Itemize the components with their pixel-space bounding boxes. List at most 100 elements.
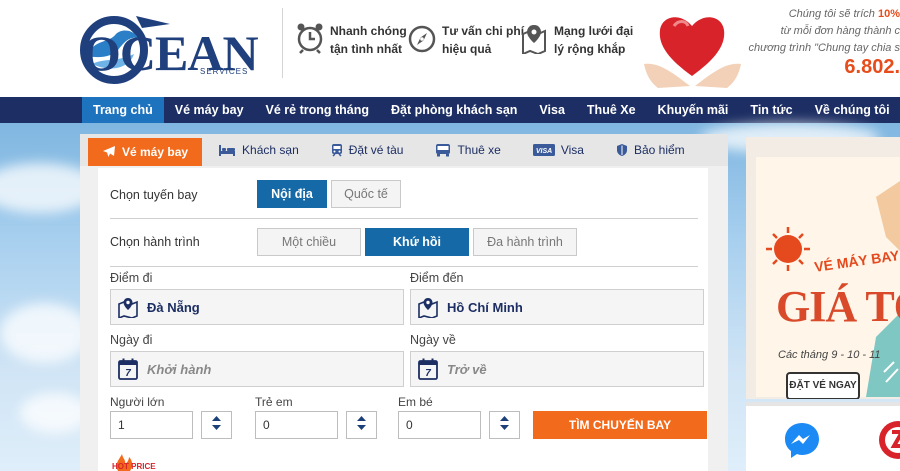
children-stepper[interactable] <box>346 411 377 439</box>
nav-item-about[interactable]: Về chúng tôi <box>804 97 900 123</box>
site-header: OCEAN SERVICES Nhanh chóng tận tình nhất… <box>0 0 900 97</box>
feature-line: Tư vấn chi phí <box>442 24 525 38</box>
hot-price-badge: HOT PRICE <box>110 452 162 471</box>
tab-train[interactable]: Đặt vé tàu <box>315 134 420 166</box>
calendar-icon: 7 <box>117 358 139 380</box>
adults-label: Người lớn <box>110 395 165 409</box>
calendar-day: 7 <box>425 368 431 379</box>
route-international-button[interactable]: Quốc tế <box>331 180 401 208</box>
hot-price-text: HOT PRICE <box>112 462 156 471</box>
feature-consult: Tư vấn chi phí hiệu quả <box>408 22 524 58</box>
visa-card-icon: VISA <box>532 144 555 156</box>
map-pin-icon <box>417 296 439 318</box>
nav-item-home[interactable]: Trang chủ <box>82 97 164 123</box>
ad-subtitle: Các tháng 9 - 10 - 11 <box>778 349 881 361</box>
svg-text:VISA: VISA <box>536 148 552 155</box>
up-down-arrows-icon <box>500 415 509 435</box>
promo-card: VÉ MÁY BAY GIÁ TỐT Các tháng 9 - 10 - 11… <box>756 157 900 399</box>
trip-one-way-button[interactable]: Một chiều <box>257 228 361 256</box>
promo-percent: 10% <box>877 8 900 20</box>
nav-item-visa[interactable]: Visa <box>528 97 576 123</box>
bus-icon <box>435 143 451 157</box>
infants-stepper[interactable] <box>489 411 520 439</box>
header-divider <box>282 8 283 78</box>
to-label: Điểm đến <box>410 271 464 285</box>
nav-item-hotels[interactable]: Đặt phòng khách sạn <box>380 97 528 123</box>
booking-tabs: Vé máy bay Khách sạn Đặt vé tàu Thuê xe … <box>80 134 728 166</box>
children-label: Trẻ em <box>255 395 293 409</box>
from-value: Đà Nẵng <box>147 299 200 315</box>
tab-label: Đặt vé tàu <box>348 143 404 157</box>
feature-line: tận tình nhất <box>330 42 402 56</box>
calendar-day: 7 <box>125 368 131 379</box>
children-input[interactable]: 0 <box>255 411 338 439</box>
nav-item-flights[interactable]: Vé máy bay <box>164 97 255 123</box>
charity-promo: Chúng tôi sẽ trích 10% từ mỗi đơn hàng t… <box>740 6 900 57</box>
nav-item-news[interactable]: Tin tức <box>739 97 803 123</box>
ad-book-now-button[interactable]: ĐẶT VÉ NGAY <box>786 372 860 399</box>
divider <box>110 218 698 219</box>
tab-label: Vé máy bay <box>122 145 189 159</box>
return-placeholder: Trở về <box>447 361 487 377</box>
infants-input[interactable]: 0 <box>398 411 481 439</box>
feature-fast: Nhanh chóng tận tình nhất <box>296 22 407 58</box>
to-value: Hồ Chí Minh <box>447 299 523 315</box>
tab-label: Khách sạn <box>242 143 299 157</box>
return-date-field[interactable]: 7 Trở về <box>410 351 704 387</box>
feature-line: Mạng lưới đại <box>554 24 634 38</box>
promo-banner[interactable]: VÉ MÁY BAY GIÁ TỐT Các tháng 9 - 10 - 11… <box>746 137 900 399</box>
feature-network: Mạng lưới đại lý rộng khắp <box>520 22 633 58</box>
tab-visa[interactable]: VISA Visa <box>517 134 600 166</box>
up-down-arrows-icon <box>212 415 221 435</box>
promo-text: chương trình "Chung tay chia s <box>748 42 900 54</box>
tab-label: Thuê xe <box>457 143 501 157</box>
to-field[interactable]: Hồ Chí Minh <box>410 289 704 325</box>
social-links <box>746 402 900 471</box>
compass-icon <box>408 22 436 54</box>
nav-item-promotions[interactable]: Khuyến mãi <box>647 97 740 123</box>
from-field[interactable]: Đà Nẵng <box>110 289 404 325</box>
from-label: Điểm đi <box>110 271 153 285</box>
ad-headline: GIÁ TỐT <box>776 282 900 331</box>
adults-stepper[interactable] <box>201 411 232 439</box>
tab-hotels[interactable]: Khách sạn <box>202 134 315 166</box>
messenger-icon[interactable] <box>782 420 822 465</box>
route-label: Chọn tuyến bay <box>110 188 198 202</box>
flight-search-form: Chọn tuyến bay Nội địa Quốc tế Chọn hành… <box>98 168 708 471</box>
booking-panel: Vé máy bay Khách sạn Đặt vé tàu Thuê xe … <box>80 134 728 471</box>
cloud <box>0 303 90 363</box>
trip-round-trip-button[interactable]: Khứ hồi <box>365 228 469 256</box>
depart-date-field[interactable]: 7 Khởi hành <box>110 351 404 387</box>
feature-line: lý rộng khắp <box>554 42 626 56</box>
up-down-arrows-icon <box>357 415 366 435</box>
tab-car-rental[interactable]: Thuê xe <box>419 134 516 166</box>
feature-line: hiệu quả <box>442 42 492 56</box>
nav-item-cheap-month[interactable]: Vé rẻ trong tháng <box>255 97 380 123</box>
trip-label: Chọn hành trình <box>110 235 200 249</box>
promo-text: từ mỗi đơn hàng thành c <box>780 25 900 37</box>
map-pin-icon <box>520 22 548 56</box>
adults-input[interactable]: 1 <box>110 411 193 439</box>
depart-placeholder: Khởi hành <box>147 361 212 377</box>
search-flights-button[interactable]: TÌM CHUYẾN BAY <box>533 411 707 439</box>
train-icon <box>331 143 343 157</box>
airplane-icon <box>102 145 116 159</box>
promo-counter: 6.802. <box>844 56 900 78</box>
zalo-icon[interactable] <box>878 420 900 465</box>
tab-flights[interactable]: Vé máy bay <box>88 138 203 166</box>
logo-subtitle: SERVICES <box>200 67 249 76</box>
map-pin-icon <box>117 296 139 318</box>
bed-icon <box>218 144 236 157</box>
ad-decor <box>766 181 900 397</box>
trip-multi-city-button[interactable]: Đa hành trình <box>473 228 577 256</box>
nav-item-car-rental[interactable]: Thuê Xe <box>576 97 647 123</box>
route-domestic-button[interactable]: Nội địa <box>257 180 327 208</box>
promo-text: Chúng tôi sẽ trích <box>788 8 878 20</box>
feature-line: Nhanh chóng <box>330 24 407 38</box>
alarm-clock-icon <box>296 22 324 54</box>
tab-insurance[interactable]: Bảo hiểm <box>600 134 701 166</box>
main-nav: Trang chủ Vé máy bay Vé rẻ trong tháng Đ… <box>0 97 900 123</box>
infants-label: Em bé <box>398 395 433 409</box>
shield-icon <box>616 143 628 157</box>
charity-heart-image <box>640 4 745 90</box>
